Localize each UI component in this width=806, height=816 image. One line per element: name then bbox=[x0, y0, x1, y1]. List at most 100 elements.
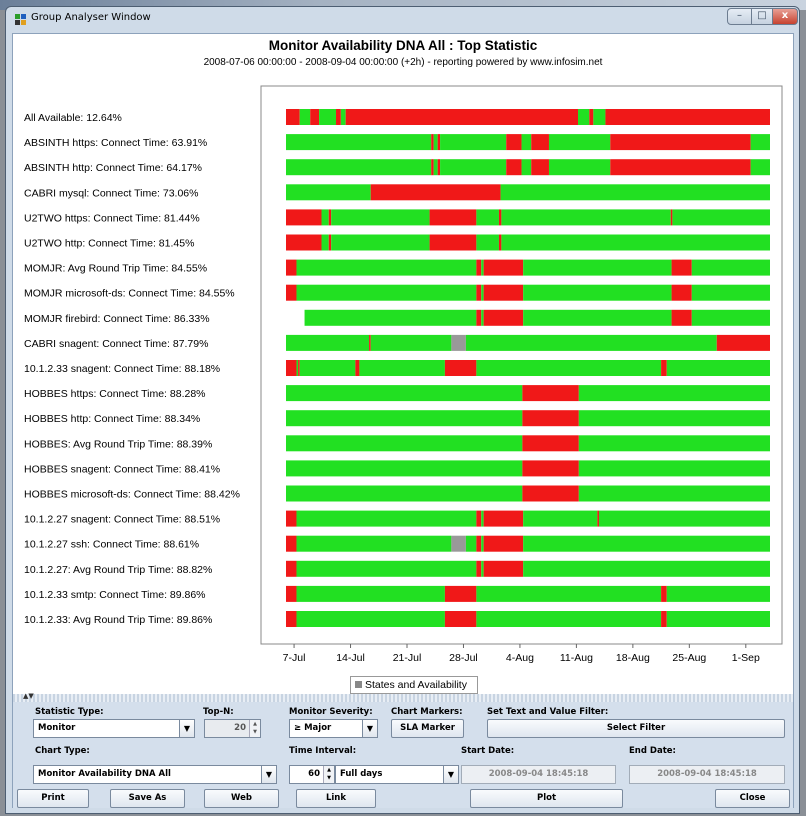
plot-button[interactable]: Plot bbox=[470, 789, 623, 808]
state-segment bbox=[304, 309, 477, 326]
state-segment bbox=[483, 560, 524, 577]
state-segment bbox=[498, 234, 502, 251]
spinner-arrows-icon[interactable]: ▲ ▼ bbox=[249, 720, 260, 737]
state-segment bbox=[501, 234, 770, 251]
link-button[interactable]: Link bbox=[296, 789, 376, 808]
print-button[interactable]: Print bbox=[17, 789, 89, 808]
state-segment bbox=[444, 360, 477, 376]
state-segment bbox=[691, 284, 770, 301]
row-label: 10.1.2.33 snagent: Connect Time: 88.18% bbox=[24, 363, 220, 375]
close-window-button[interactable]: x bbox=[772, 8, 798, 25]
state-segment bbox=[476, 234, 499, 251]
row-label: HOBBES microsoft-ds: Connect Time: 88.42… bbox=[24, 489, 240, 501]
state-segment bbox=[481, 259, 484, 276]
top-n-spinner[interactable]: 20 ▲ ▼ bbox=[204, 719, 261, 738]
sla-marker-button[interactable]: SLA Marker bbox=[391, 719, 464, 738]
state-segment bbox=[661, 360, 667, 376]
maximize-button[interactable]: □ bbox=[751, 8, 773, 25]
row-label: 10.1.2.33: Avg Round Trip Time: 89.86% bbox=[24, 614, 212, 626]
row-label: ABSINTH http: Connect Time: 64.17% bbox=[24, 162, 202, 174]
row-label: All Available: 12.64% bbox=[24, 112, 122, 124]
state-segment bbox=[465, 334, 717, 351]
row-label: 10.1.2.27: Avg Round Trip Time: 88.82% bbox=[24, 564, 212, 576]
row-label: U2TWO http: Connect Time: 81.45% bbox=[24, 238, 194, 250]
state-segment bbox=[671, 259, 692, 276]
splitter-arrows-icon[interactable]: ▲▼ bbox=[23, 692, 34, 700]
save-as-button[interactable]: Save As bbox=[110, 789, 185, 808]
state-segment bbox=[286, 611, 297, 627]
state-segment bbox=[440, 159, 507, 176]
state-segment bbox=[531, 159, 549, 176]
state-segment bbox=[286, 360, 297, 376]
state-segment bbox=[286, 460, 523, 477]
state-segment bbox=[522, 485, 579, 502]
state-segment bbox=[481, 560, 484, 577]
state-segment bbox=[328, 209, 332, 226]
monitor-severity-label: Monitor Severity: bbox=[289, 707, 373, 717]
state-segment bbox=[286, 184, 371, 201]
state-segment bbox=[319, 109, 337, 125]
state-segment bbox=[483, 535, 524, 552]
x-tick-label: 14-Jul bbox=[336, 652, 365, 664]
chevron-down-icon[interactable]: ▼ bbox=[179, 720, 194, 737]
state-segment bbox=[483, 309, 524, 326]
title-bar[interactable]: Group Analyser Window – □ x bbox=[6, 7, 799, 33]
state-segment bbox=[483, 510, 524, 527]
filter-label: Set Text and Value Filter: bbox=[487, 707, 609, 717]
state-segment bbox=[370, 184, 501, 201]
state-segment bbox=[610, 159, 751, 176]
row-label: MOMJR firebird: Connect Time: 86.33% bbox=[24, 313, 210, 325]
row-label: CABRI snagent: Connect Time: 87.79% bbox=[24, 338, 208, 350]
state-segment bbox=[286, 284, 297, 301]
state-segment bbox=[298, 360, 300, 376]
state-segment bbox=[589, 109, 594, 125]
state-segment bbox=[433, 159, 438, 176]
row-label: CABRI mysql: Connect Time: 73.06% bbox=[24, 187, 199, 199]
state-segment bbox=[296, 560, 477, 577]
state-segment bbox=[597, 510, 599, 527]
web-button[interactable]: Web bbox=[204, 789, 279, 808]
close-button[interactable]: Close bbox=[715, 789, 790, 808]
legend-swatch bbox=[355, 681, 362, 688]
select-filter-button[interactable]: Select Filter bbox=[487, 719, 785, 738]
state-segment bbox=[286, 259, 297, 276]
availability-chart: All Available: 12.64% ABSINTH https: Conn… bbox=[24, 85, 783, 664]
state-segment bbox=[476, 209, 499, 226]
state-segment bbox=[671, 284, 692, 301]
chart-markers-label: Chart Markers: bbox=[391, 707, 463, 717]
row-label: HOBBES snagent: Connect Time: 88.41% bbox=[24, 463, 220, 475]
state-segment bbox=[359, 360, 445, 376]
state-segment bbox=[296, 585, 445, 602]
state-segment bbox=[286, 385, 523, 402]
state-segment bbox=[531, 134, 549, 151]
panel-splitter[interactable]: ▲▼ bbox=[13, 692, 793, 702]
state-segment bbox=[481, 510, 484, 527]
state-segment bbox=[296, 611, 445, 627]
state-segment bbox=[661, 611, 667, 627]
state-segment bbox=[691, 309, 770, 326]
state-segment bbox=[440, 134, 507, 151]
state-segment bbox=[310, 109, 320, 125]
top-n-value: 20 bbox=[234, 723, 246, 733]
state-segment bbox=[345, 109, 579, 125]
state-segment bbox=[465, 535, 477, 552]
x-tick-label: 25-Aug bbox=[672, 652, 706, 664]
statistic-type-select[interactable]: Monitor ▼ bbox=[33, 719, 195, 738]
state-segment bbox=[605, 109, 770, 125]
state-segment bbox=[476, 535, 482, 552]
state-segment bbox=[578, 460, 770, 477]
state-segment bbox=[286, 159, 432, 176]
monitor-severity-select[interactable]: ≥ Major ▼ bbox=[289, 719, 378, 738]
row-label: 10.1.2.27 snagent: Connect Time: 88.51% bbox=[24, 514, 220, 526]
state-segment bbox=[521, 159, 532, 176]
state-segment bbox=[451, 334, 466, 351]
state-segment bbox=[476, 585, 662, 602]
state-segment bbox=[286, 109, 300, 125]
state-segment bbox=[340, 109, 346, 125]
minimize-button[interactable]: – bbox=[727, 8, 752, 25]
row-label: U2TWO https: Connect Time: 81.44% bbox=[24, 212, 200, 224]
state-segment bbox=[671, 309, 692, 326]
state-segment bbox=[296, 284, 477, 301]
chevron-down-icon[interactable]: ▼ bbox=[362, 720, 377, 737]
state-segment bbox=[501, 209, 671, 226]
